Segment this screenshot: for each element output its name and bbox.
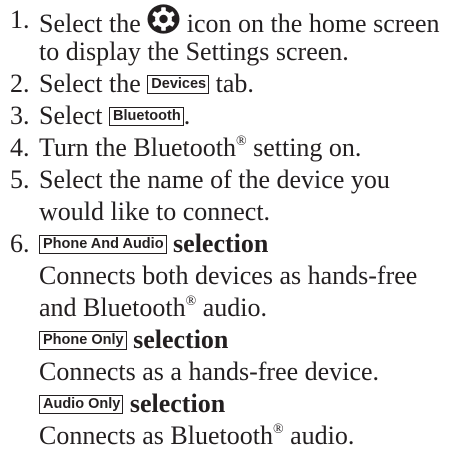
step-text: Select the name of the device you bbox=[39, 165, 390, 194]
settings-gear-icon bbox=[147, 4, 180, 34]
phone-only-button: Phone Only bbox=[39, 331, 127, 350]
audio-only-button: Audio Only bbox=[39, 395, 124, 414]
step-number: 2. bbox=[10, 69, 30, 98]
bluetooth-button: Bluetooth bbox=[109, 107, 184, 126]
registered-mark: ® bbox=[272, 422, 284, 437]
step-text: Select the icon on the home screen bbox=[39, 4, 439, 40]
step-text: to display the Settings screen. bbox=[39, 37, 349, 66]
step-text: Select Bluetooth. bbox=[39, 101, 191, 130]
option-heading: Phone And Audio selection bbox=[39, 228, 268, 260]
step-text: Turn the Bluetooth® setting on. bbox=[39, 133, 362, 162]
option-heading: Audio Only selection bbox=[39, 388, 225, 420]
devices-tab-button: Devices bbox=[147, 75, 210, 94]
option-heading: Phone Only selection bbox=[39, 324, 228, 356]
registered-mark: ® bbox=[235, 134, 247, 149]
step-number: 5. bbox=[10, 165, 30, 194]
registered-mark: ® bbox=[185, 294, 197, 309]
step-number: 3. bbox=[10, 101, 30, 130]
step-number: 4. bbox=[10, 133, 30, 162]
phone-and-audio-button: Phone And Audio bbox=[39, 235, 167, 254]
step-number: 1. bbox=[10, 5, 30, 34]
step-text: would like to connect. bbox=[39, 197, 271, 226]
step-text: Select the Devices tab. bbox=[39, 69, 254, 98]
step-number: 6. bbox=[10, 229, 30, 258]
